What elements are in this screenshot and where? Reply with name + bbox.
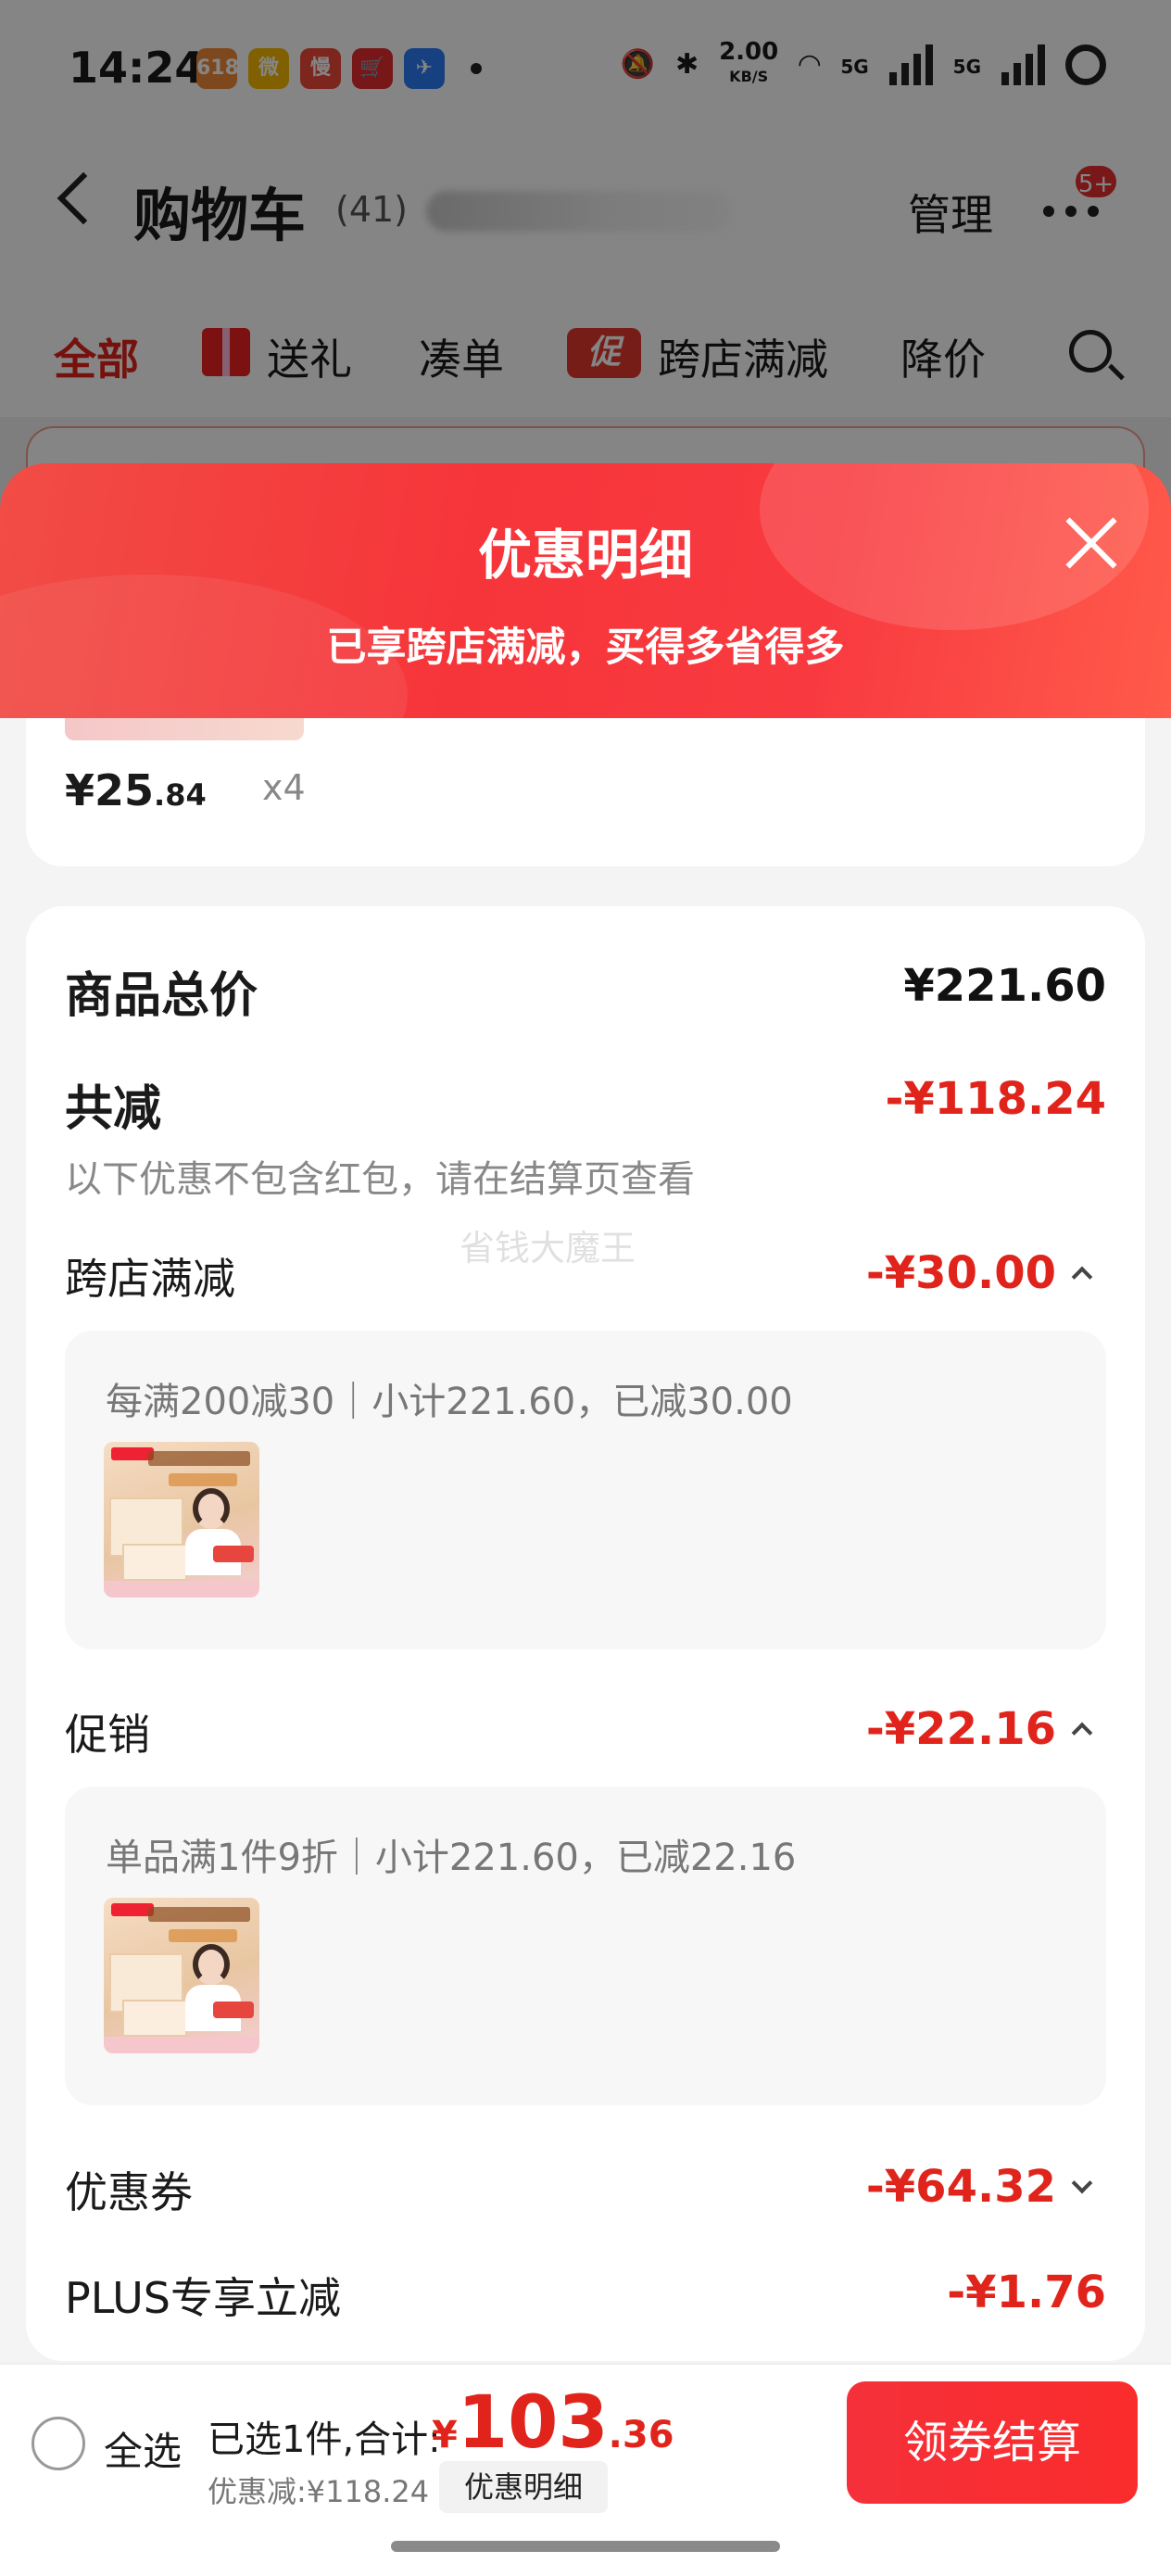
redpacket-note: 以下优惠不包含红包，请在结算页查看 [65,1158,695,1201]
plus-value: -¥1.76 [947,2267,1106,2318]
discount-summary: 优惠减:¥118.24 [208,2474,430,2509]
select-all-label[interactable]: 全选 [104,2420,182,2477]
reduce-label: 共减 [65,1081,162,1137]
total-value: ¥221.60 [903,960,1106,1012]
sheet-subtitle: 已享跨店满减，买得多省得多 [326,625,845,671]
sheet-header [0,463,1171,718]
select-all-checkbox[interactable] [31,2417,85,2470]
promotion-detail: 单品满1件9折｜小计221.60，已减22.16 [106,1837,797,1879]
plus-label: PLUS专享立减 [65,2273,341,2323]
product-thumbnail[interactable] [104,1898,259,2053]
close-icon[interactable] [1062,514,1121,574]
cross-store-label: 跨店满减 [65,1254,235,1304]
promotion-label: 促销 [65,1710,150,1760]
promotion-value[interactable]: -¥22.16 [866,1703,1056,1755]
total-price: ¥103.36 [432,2381,674,2465]
cross-store-value[interactable]: -¥30.00 [866,1247,1056,1299]
reduce-value: -¥118.24 [885,1073,1106,1125]
item-price: ¥25.84 [65,765,207,815]
watermark: 省钱大魔王 [460,1228,636,1269]
item-thumbnail-edge [65,718,304,740]
item-quantity: x4 [262,767,306,808]
checkout-button[interactable]: 领券结算 [847,2381,1138,2504]
selected-count: 已选1件,合计: [208,2418,441,2461]
cross-store-detail: 每满200减30｜小计221.60，已减30.00 [106,1381,793,1423]
home-indicator[interactable] [391,2541,780,2552]
discount-detail-button[interactable]: 优惠明细 [439,2461,608,2513]
sheet-title: 优惠明细 [477,524,693,587]
coupon-label: 优惠券 [65,2167,193,2217]
coupon-value[interactable]: -¥64.32 [866,2161,1056,2213]
total-label: 商品总价 [65,968,258,1024]
product-thumbnail[interactable] [104,1442,259,1597]
